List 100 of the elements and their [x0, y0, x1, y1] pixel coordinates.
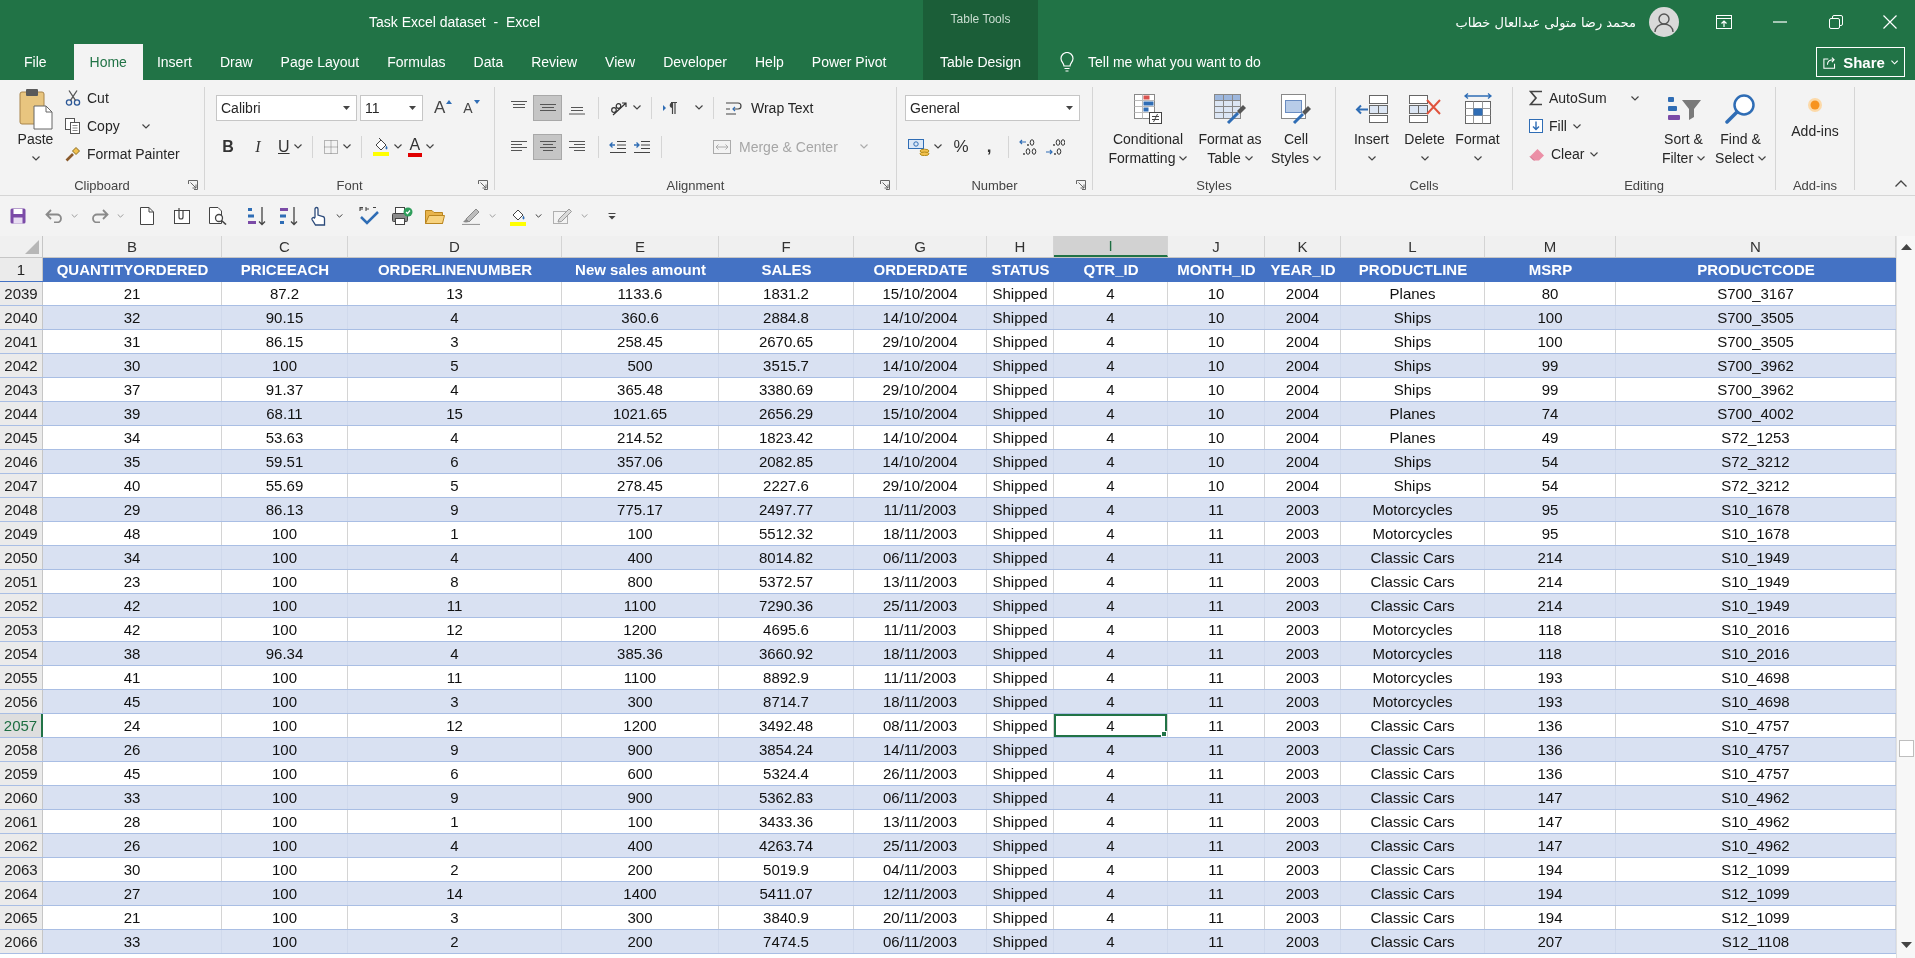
new-page-icon[interactable]	[140, 207, 154, 225]
caret-icon[interactable]	[336, 214, 343, 218]
row-header[interactable]: 2052	[0, 594, 43, 617]
delete-cells-button[interactable]: Delete	[1398, 80, 1451, 168]
clip-page-icon[interactable]	[172, 207, 192, 225]
ribbon-tab[interactable]: Draw	[205, 44, 267, 80]
ribbon-tab[interactable]: Developer	[649, 44, 741, 80]
row-header[interactable]: 2060	[0, 786, 43, 809]
row-header[interactable]: 2057	[0, 714, 43, 737]
wrap-text-button[interactable]: Wrap Text	[723, 93, 816, 122]
bold-button[interactable]: B	[216, 133, 240, 160]
fill-button[interactable]: Fill	[1527, 112, 1655, 140]
row-header[interactable]: 1	[0, 258, 43, 281]
row-header[interactable]: 2055	[0, 666, 43, 689]
align-middle-button[interactable]	[533, 94, 562, 121]
paste-button[interactable]: Paste	[12, 80, 59, 168]
sort-filter-button[interactable]: Sort & Filter	[1655, 80, 1712, 168]
add-ins-button[interactable]: Add-ins	[1787, 80, 1843, 141]
row-header[interactable]: 2059	[0, 762, 43, 785]
printer-icon[interactable]	[391, 206, 413, 226]
align-center-button[interactable]	[533, 133, 562, 160]
copy-button[interactable]: Copy	[63, 112, 182, 140]
redo-icon[interactable]	[91, 209, 109, 223]
format-as-table-button[interactable]: Format as Table	[1194, 80, 1266, 168]
customize-toolbar-icon[interactable]	[608, 212, 616, 220]
dialog-launcher-icon[interactable]	[478, 180, 488, 190]
row-header[interactable]: 2051	[0, 570, 43, 593]
row-header[interactable]: 2050	[0, 546, 43, 569]
autosum-button[interactable]: AutoSum	[1527, 84, 1655, 112]
page-magnifier-icon[interactable]	[209, 207, 227, 225]
increase-font-size-button[interactable]: A	[431, 94, 456, 121]
column-header[interactable]: L	[1341, 236, 1485, 257]
format-cells-button[interactable]: Format	[1451, 80, 1504, 168]
row-header[interactable]: 2063	[0, 858, 43, 881]
row-header[interactable]: 2065	[0, 906, 43, 929]
collapse-ribbon-icon[interactable]	[1895, 180, 1907, 187]
ribbon-tab[interactable]: Table Design	[926, 44, 1035, 80]
save-icon[interactable]	[10, 208, 26, 224]
format-painter-button[interactable]: Format Painter	[63, 140, 182, 168]
row-header[interactable]: 2048	[0, 498, 43, 521]
italic-button[interactable]: I	[246, 133, 270, 160]
font-color-button[interactable]: A	[404, 133, 438, 160]
column-header[interactable]: G	[854, 236, 987, 257]
insert-cells-button[interactable]: Insert	[1345, 80, 1398, 168]
percent-style-button[interactable]: %	[949, 133, 973, 160]
column-header[interactable]: F	[719, 236, 854, 257]
close-icon[interactable]	[1882, 15, 1897, 29]
pen-icon[interactable]	[461, 207, 481, 225]
number-format-field[interactable]: General	[905, 94, 1080, 121]
ribbon-tab[interactable]: Power Pivot	[797, 44, 901, 80]
scroll-down-arrow-icon[interactable]	[1900, 942, 1912, 948]
check-icon[interactable]	[358, 206, 380, 226]
hand-pointer-icon[interactable]	[310, 206, 326, 226]
column-header[interactable]: I	[1054, 236, 1168, 257]
row-header[interactable]: 2056	[0, 690, 43, 713]
restore-icon[interactable]	[1829, 15, 1843, 29]
row-header[interactable]: 2049	[0, 522, 43, 545]
sort-descending-icon[interactable]	[279, 206, 299, 226]
column-header[interactable]: E	[562, 236, 719, 257]
column-header[interactable]: K	[1265, 236, 1341, 257]
ribbon-tab[interactable]: Insert	[142, 44, 206, 80]
ribbon-tab[interactable]: File	[10, 44, 61, 80]
comma-style-button[interactable]: ,	[977, 133, 1001, 160]
row-header[interactable]: 2058	[0, 738, 43, 761]
font-size-field[interactable]: 11	[360, 94, 423, 121]
font-name-field[interactable]: Calibri	[216, 94, 357, 121]
ribbon-tab[interactable]: View	[591, 44, 650, 80]
vertical-scrollbar[interactable]	[1896, 236, 1915, 958]
row-header[interactable]: 2046	[0, 450, 43, 473]
row-header[interactable]: 2054	[0, 642, 43, 665]
row-header[interactable]: 2041	[0, 330, 43, 353]
row-header[interactable]: 2039	[0, 282, 43, 305]
undo-icon[interactable]	[45, 209, 63, 223]
ribbon-tab[interactable]: Home	[73, 44, 143, 80]
decrease-font-size-button[interactable]: A	[459, 94, 484, 121]
ribbon-tab[interactable]: Help	[741, 44, 798, 80]
column-header[interactable]: B	[43, 236, 222, 257]
row-header[interactable]: 2042	[0, 354, 43, 377]
row-header[interactable]: 2040	[0, 306, 43, 329]
dialog-launcher-icon[interactable]	[1076, 180, 1086, 190]
conditional-formatting-button[interactable]: Conditional Formatting	[1102, 80, 1194, 168]
ribbon-tab[interactable]: Review	[517, 44, 592, 80]
avatar-icon[interactable]	[1649, 7, 1679, 37]
column-header[interactable]: M	[1485, 236, 1616, 257]
pencil-box-icon[interactable]	[553, 207, 573, 225]
row-header[interactable]: 2064	[0, 882, 43, 905]
tell-me-search-field[interactable]: Tell me what you want to do	[1084, 50, 1352, 74]
folder-icon[interactable]	[425, 208, 445, 224]
row-header[interactable]: 2047	[0, 474, 43, 497]
column-header[interactable]: J	[1168, 236, 1265, 257]
row-header[interactable]: 2043	[0, 378, 43, 401]
cell-styles-button[interactable]: Cell Styles	[1266, 80, 1326, 168]
row-header[interactable]: 2061	[0, 810, 43, 833]
ribbon-tab[interactable]: Formulas	[373, 44, 460, 80]
sort-ascending-icon[interactable]	[247, 206, 267, 226]
row-header[interactable]: 2053	[0, 618, 43, 641]
dialog-launcher-icon[interactable]	[188, 180, 198, 190]
find-select-button[interactable]: Find & Select	[1712, 80, 1769, 168]
row-header[interactable]: 2062	[0, 834, 43, 857]
scroll-up-arrow-icon[interactable]	[1900, 244, 1912, 250]
